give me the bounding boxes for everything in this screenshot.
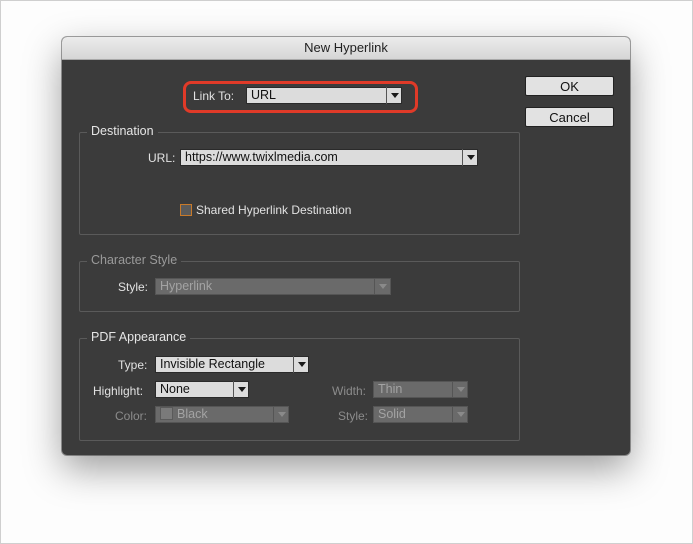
pdf-style-label: Style:	[338, 409, 369, 423]
char-style-select[interactable]: Hyperlink	[155, 278, 391, 295]
destination-group	[79, 132, 520, 235]
url-value: https://www.twixlmedia.com	[185, 150, 338, 164]
chevron-down-icon	[233, 381, 249, 398]
width-select[interactable]: Thin	[373, 381, 468, 398]
link-to-value: URL	[251, 88, 277, 102]
chevron-down-icon	[462, 149, 478, 166]
link-to-label: Link To:	[193, 89, 235, 103]
url-field[interactable]: https://www.twixlmedia.com	[180, 149, 478, 166]
color-label: Color:	[115, 409, 148, 423]
width-label: Width:	[332, 384, 367, 398]
destination-legend: Destination	[87, 124, 158, 138]
width-value: Thin	[378, 382, 403, 396]
highlight-value: None	[160, 382, 190, 396]
pdf-style-select[interactable]: Solid	[373, 406, 468, 423]
shared-destination-label: Shared Hyperlink Destination	[196, 203, 352, 217]
highlight-label: Highlight:	[93, 384, 144, 398]
pdf-style-value: Solid	[378, 407, 406, 421]
color-swatch	[160, 407, 173, 420]
cancel-button[interactable]: Cancel	[525, 107, 614, 127]
shared-destination-checkbox[interactable]	[180, 204, 192, 216]
chevron-down-icon	[293, 356, 309, 373]
url-label: URL:	[148, 151, 176, 165]
link-to-select[interactable]: URL	[246, 87, 402, 104]
type-label: Type:	[118, 358, 148, 372]
pdf-appearance-legend: PDF Appearance	[87, 330, 191, 344]
char-style-value: Hyperlink	[160, 279, 213, 293]
chevron-down-icon	[452, 406, 468, 423]
type-value: Invisible Rectangle	[160, 357, 265, 371]
character-style-legend: Character Style	[87, 253, 182, 267]
new-hyperlink-dialog: New Hyperlink Link To: URL OK Cancel Des…	[62, 37, 630, 455]
type-select[interactable]: Invisible Rectangle	[155, 356, 309, 373]
dialog-title: New Hyperlink	[62, 37, 630, 60]
chevron-down-icon	[452, 381, 468, 398]
chevron-down-icon	[273, 406, 289, 423]
highlight-select[interactable]: None	[155, 381, 249, 398]
chevron-down-icon	[386, 87, 402, 104]
ok-button[interactable]: OK	[525, 76, 614, 96]
color-value: Black	[177, 407, 208, 421]
char-style-label: Style:	[118, 280, 149, 294]
color-select[interactable]: Black	[155, 406, 289, 423]
chevron-down-icon	[374, 278, 390, 295]
